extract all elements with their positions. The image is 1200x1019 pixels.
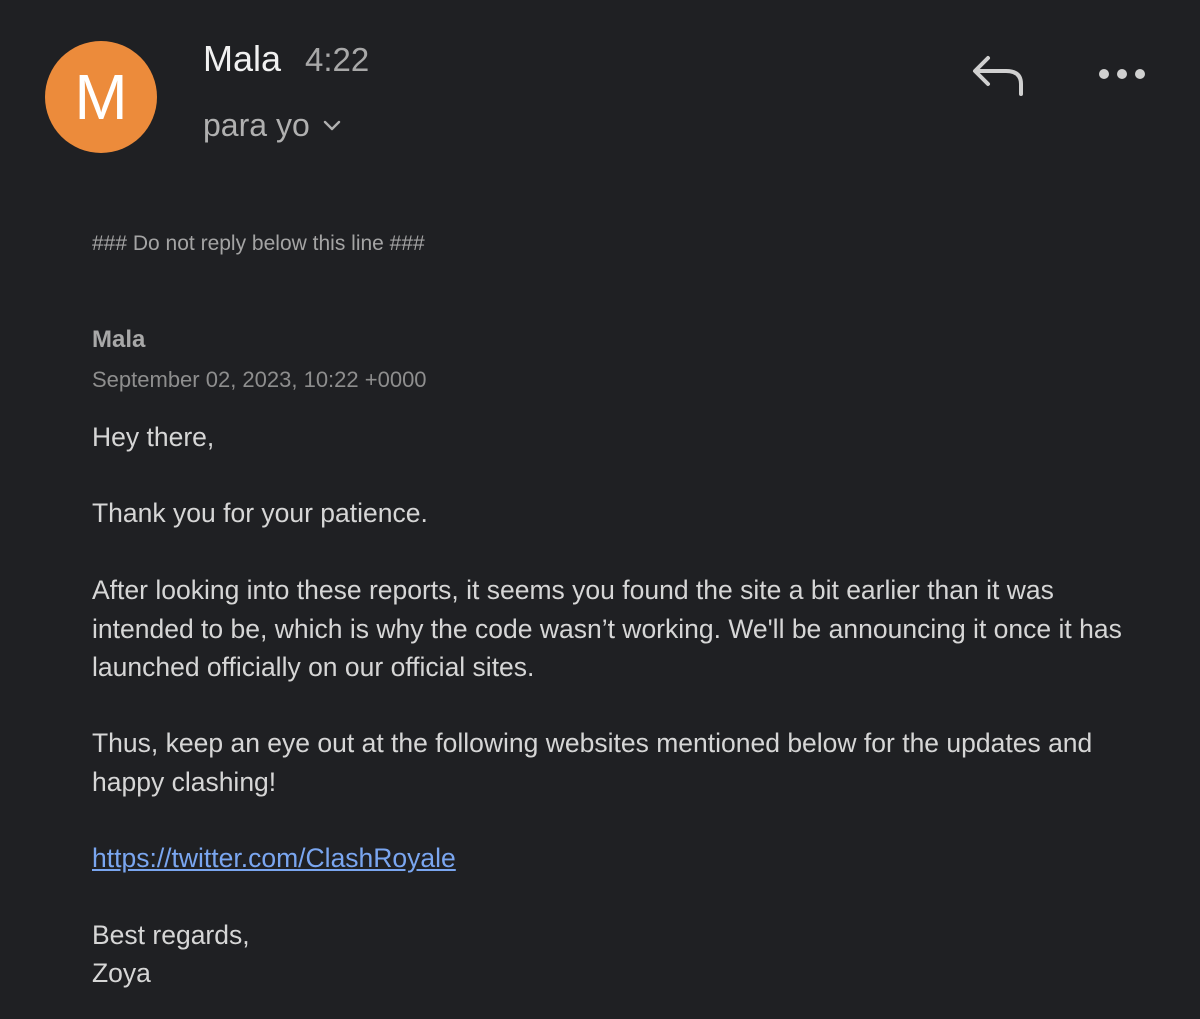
greeting: Hey there, [92, 422, 215, 452]
message-author: Mala [92, 326, 146, 353]
sender-avatar[interactable]: M [45, 41, 157, 153]
reply-button[interactable] [966, 50, 1030, 100]
recipient-toggle[interactable]: para yo [203, 103, 342, 147]
message-time: 4:22 [305, 41, 370, 78]
sender-name: Mala [203, 38, 282, 79]
sender-row: Mala 4:22 [203, 38, 369, 82]
paragraph-followup: Thus, keep an eye out at the following w… [92, 728, 1093, 797]
paragraph-explanation: After looking into these reports, it see… [92, 575, 1122, 682]
closing: Best regards, [92, 920, 250, 950]
recipient-label: para yo [203, 106, 310, 143]
reply-separator: ### Do not reply below this line ### [92, 232, 425, 255]
more-options-icon [1099, 69, 1145, 79]
paragraph-thanks: Thank you for your patience. [92, 498, 428, 528]
message-date: September 02, 2023, 10:22 +0000 [92, 367, 427, 392]
more-options-button[interactable] [1092, 56, 1152, 92]
reply-icon [973, 56, 1023, 96]
signature: Zoya [92, 958, 151, 988]
chevron-down-icon [322, 118, 342, 132]
twitter-link[interactable]: https://twitter.com/ClashRoyale [92, 843, 456, 873]
link-line: https://twitter.com/ClashRoyale [92, 839, 1152, 878]
